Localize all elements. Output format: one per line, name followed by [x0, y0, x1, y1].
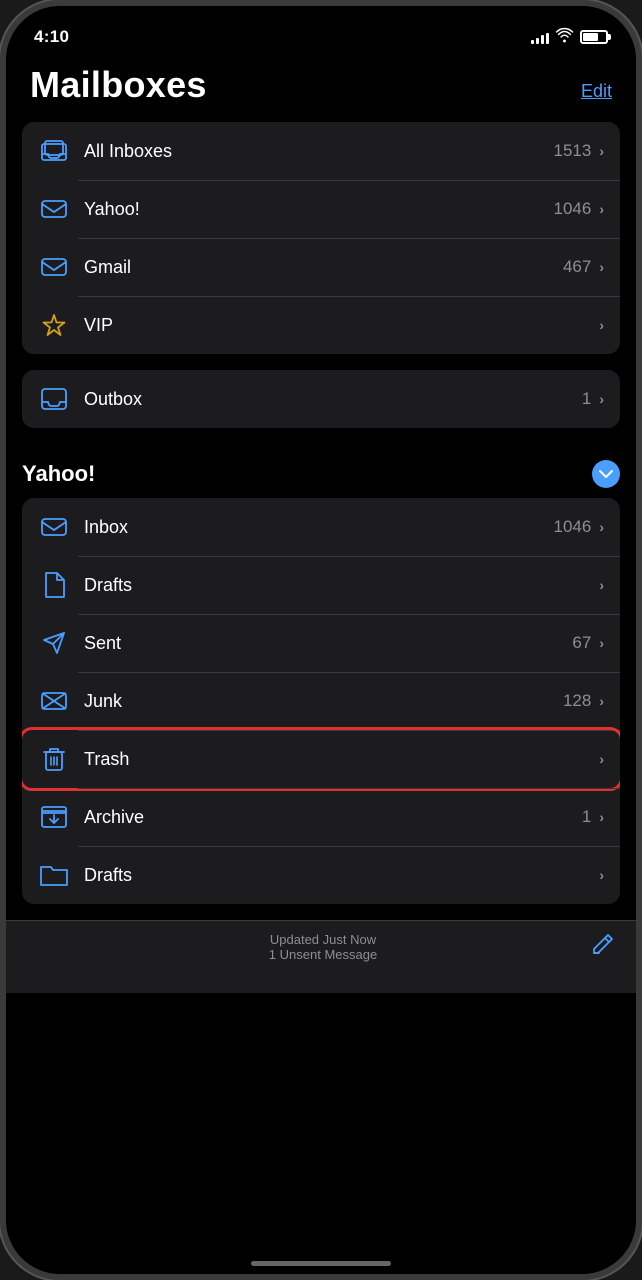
all-inboxes-label: All Inboxes [84, 141, 554, 162]
unsent-message-status: 1 Unsent Message [269, 947, 377, 962]
battery-fill [583, 33, 598, 41]
yahoo-drafts2-item[interactable]: Drafts › [22, 846, 620, 904]
yahoo-inbox-folder-item[interactable]: Inbox 1046 › [22, 498, 620, 556]
page-title: Mailboxes [30, 64, 207, 106]
yahoo-section-title: Yahoo! [22, 461, 95, 487]
main-content: Mailboxes Edit All Inboxes 1513 [6, 56, 636, 1274]
status-time: 4:10 [34, 27, 69, 47]
main-mailboxes-group: All Inboxes 1513 › Yahoo! 1046 › [22, 122, 620, 354]
yahoo-sent-count: 67 [572, 633, 591, 653]
signal-bar-4 [546, 33, 549, 44]
junk-icon [38, 685, 70, 717]
signal-bar-3 [541, 35, 544, 44]
yahoo-label: Yahoo! [84, 199, 554, 220]
outbox-chevron: › [599, 391, 604, 407]
signal-bar-1 [531, 40, 534, 44]
battery-icon [580, 30, 608, 44]
yahoo-inbox-folder-chevron: › [599, 519, 604, 535]
all-inboxes-chevron: › [599, 143, 604, 159]
phone-frame: 4:10 [0, 0, 642, 1280]
yahoo-drafts2-chevron: › [599, 867, 604, 883]
yahoo-archive-chevron: › [599, 809, 604, 825]
home-indicator [251, 1261, 391, 1266]
bottom-toolbar: Updated Just Now 1 Unsent Message [6, 920, 636, 993]
all-inboxes-icon [38, 135, 70, 167]
outbox-item[interactable]: Outbox 1 › [22, 370, 620, 428]
draft-icon [38, 569, 70, 601]
status-icons [531, 29, 608, 45]
bottom-status-info: Updated Just Now 1 Unsent Message [56, 932, 590, 962]
yahoo-archive-item[interactable]: Archive 1 › [22, 788, 620, 846]
update-status: Updated Just Now [270, 932, 376, 947]
gmail-icon [38, 251, 70, 283]
yahoo-trash-item[interactable]: Trash › [22, 730, 620, 788]
yahoo-junk-count: 128 [563, 691, 591, 711]
gmail-chevron: › [599, 259, 604, 275]
yahoo-chevron: › [599, 201, 604, 217]
phone-inner: 4:10 [6, 6, 636, 1274]
yahoo-inbox-folder-count: 1046 [554, 517, 592, 537]
page-header: Mailboxes Edit [6, 56, 636, 122]
yahoo-trash-label: Trash [84, 749, 591, 770]
vip-label: VIP [84, 315, 591, 336]
yahoo-trash-chevron: › [599, 751, 604, 767]
yahoo-sent-chevron: › [599, 635, 604, 651]
gmail-count: 467 [563, 257, 591, 277]
signal-bar-2 [536, 38, 539, 44]
outbox-group: Outbox 1 › [22, 370, 620, 428]
star-icon [38, 309, 70, 341]
yahoo-inbox-folder-icon [38, 511, 70, 543]
outbox-icon [38, 383, 70, 415]
notch [241, 6, 401, 36]
all-inboxes-item[interactable]: All Inboxes 1513 › [22, 122, 620, 180]
compose-button[interactable] [590, 931, 616, 963]
yahoo-inbox-item[interactable]: Yahoo! 1046 › [22, 180, 620, 238]
archive-icon [38, 801, 70, 833]
yahoo-drafts-label: Drafts [84, 575, 591, 596]
gmail-item[interactable]: Gmail 467 › [22, 238, 620, 296]
wifi-icon [556, 29, 573, 45]
vip-chevron: › [599, 317, 604, 333]
vip-item[interactable]: VIP › [22, 296, 620, 354]
all-inboxes-count: 1513 [554, 141, 592, 161]
sent-icon [38, 627, 70, 659]
yahoo-junk-item[interactable]: Junk 128 › [22, 672, 620, 730]
outbox-count: 1 [582, 389, 591, 409]
signal-bars-icon [531, 31, 549, 44]
yahoo-archive-count: 1 [582, 807, 591, 827]
gmail-label: Gmail [84, 257, 563, 278]
yahoo-inbox-icon [38, 193, 70, 225]
trash-icon [38, 743, 70, 775]
yahoo-section-chevron-icon[interactable] [592, 460, 620, 488]
yahoo-section-header: Yahoo! [6, 444, 636, 498]
yahoo-folders-group: Inbox 1046 › Drafts › [22, 498, 620, 904]
yahoo-sent-label: Sent [84, 633, 572, 654]
folder-icon [38, 859, 70, 891]
yahoo-inbox-folder-label: Inbox [84, 517, 554, 538]
yahoo-junk-label: Junk [84, 691, 563, 712]
yahoo-count: 1046 [554, 199, 592, 219]
yahoo-drafts2-label: Drafts [84, 865, 591, 886]
outbox-label: Outbox [84, 389, 582, 410]
edit-button[interactable]: Edit [581, 81, 612, 106]
yahoo-archive-label: Archive [84, 807, 582, 828]
yahoo-junk-chevron: › [599, 693, 604, 709]
yahoo-sent-item[interactable]: Sent 67 › [22, 614, 620, 672]
yahoo-drafts-item[interactable]: Drafts › [22, 556, 620, 614]
yahoo-drafts-chevron: › [599, 577, 604, 593]
